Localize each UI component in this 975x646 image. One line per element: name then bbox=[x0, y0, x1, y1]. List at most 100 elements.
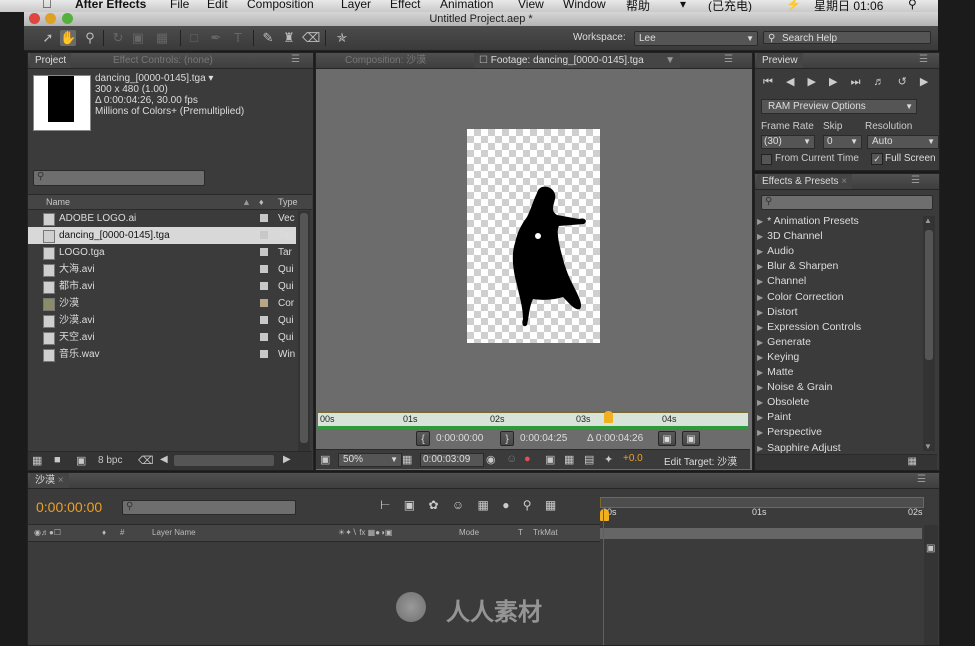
set-in-point-icon[interactable]: { bbox=[416, 431, 430, 446]
trkmat-column[interactable]: TrkMat bbox=[533, 525, 558, 541]
project-scrollbar[interactable] bbox=[298, 211, 310, 461]
effects-category-item[interactable]: ▶ Blur & Sharpen bbox=[757, 259, 919, 274]
menu-view[interactable]: View bbox=[518, 0, 544, 11]
pixel-aspect-icon[interactable]: ▤ bbox=[584, 453, 594, 466]
draft-3d-icon[interactable]: ✿ bbox=[428, 498, 438, 512]
puppet-pin-tool-icon[interactable]: ✯ bbox=[334, 30, 350, 46]
current-time-indicator[interactable] bbox=[604, 411, 613, 423]
color-depth-label[interactable]: 8 bpc bbox=[98, 455, 122, 466]
exposure-value[interactable]: +0.0 bbox=[623, 453, 643, 464]
new-folder-icon[interactable]: ■ bbox=[54, 454, 61, 466]
label-color-swatch[interactable] bbox=[260, 265, 268, 273]
effects-menu-icon[interactable]: ☰ bbox=[911, 176, 925, 186]
tab-timeline-comp[interactable]: 沙漠 × bbox=[30, 473, 69, 488]
disclosure-triangle-icon[interactable]: ▶ bbox=[757, 277, 763, 286]
workspace-dropdown[interactable]: Lee ▼ bbox=[634, 31, 758, 46]
trash-icon[interactable]: ⌫ bbox=[138, 454, 154, 467]
disclosure-triangle-icon[interactable]: ▶ bbox=[757, 323, 763, 332]
label-color-swatch[interactable] bbox=[260, 248, 268, 256]
project-list-item[interactable]: 都市.avi Qui bbox=[28, 278, 296, 295]
spotlight-icon[interactable]: ⚲ bbox=[908, 0, 917, 11]
mode-column[interactable]: Mode bbox=[459, 525, 479, 541]
timeline-menu-icon[interactable]: ☰ bbox=[917, 475, 931, 485]
timeline-playhead-line[interactable] bbox=[603, 509, 604, 645]
frame-rate-dropdown[interactable]: (30) ▼ bbox=[761, 135, 815, 149]
search-help-field[interactable]: ⚲ Search Help bbox=[763, 31, 931, 44]
overlay-edit-icon[interactable]: ▣ bbox=[682, 431, 700, 446]
resolution-dropdown[interactable]: Auto ▼ bbox=[867, 135, 939, 149]
menu-window[interactable]: Window bbox=[563, 0, 606, 11]
viewer-panel-menu-icon[interactable]: ☰ bbox=[724, 55, 738, 65]
next-frame-icon[interactable]: ▶ bbox=[829, 76, 837, 88]
minimize-window-icon[interactable] bbox=[45, 13, 56, 24]
layer-switches-icons[interactable]: ☀✦∖ fx ▦●◑▣ bbox=[338, 525, 392, 541]
toggle-mask-icon[interactable]: ▣ bbox=[545, 453, 555, 466]
chevron-down-icon[interactable]: ▼ bbox=[665, 53, 675, 68]
effects-category-item[interactable]: ▶ * Animation Presets bbox=[757, 214, 919, 229]
panel-menu-icon[interactable]: ☰ bbox=[291, 55, 305, 65]
hide-shy-layers-icon[interactable]: ☺ bbox=[452, 498, 464, 512]
full-screen-checkbox[interactable]: ✓ bbox=[871, 153, 883, 165]
tab-footage[interactable]: ☐ Footage: dancing_[0000-0145].tga ▼ bbox=[474, 53, 680, 68]
disclosure-triangle-icon[interactable]: ▶ bbox=[757, 247, 763, 256]
scroll-left-icon[interactable]: ◀ bbox=[160, 454, 168, 465]
project-list-item[interactable]: 天空.avi Qui bbox=[28, 329, 296, 346]
effects-category-item[interactable]: ▶ Paint bbox=[757, 410, 919, 425]
battery-status[interactable]: (已充电) bbox=[708, 0, 752, 12]
set-out-point-icon[interactable]: } bbox=[500, 431, 514, 446]
effects-scrollbar[interactable]: ▲ ▼ bbox=[923, 216, 935, 451]
project-list-item[interactable]: LOGO.tga Tar bbox=[28, 244, 296, 261]
current-time-field[interactable]: 0:00:03:09 bbox=[420, 453, 484, 467]
timeline-time-indicator[interactable] bbox=[600, 509, 609, 521]
tab-composition[interactable]: Composition: 沙漠 bbox=[340, 53, 431, 68]
effects-category-item[interactable]: ▶ Generate bbox=[757, 335, 919, 350]
channels-icon[interactable]: ● bbox=[524, 453, 531, 465]
disclosure-triangle-icon[interactable]: ▶ bbox=[757, 413, 763, 422]
column-type[interactable]: Type bbox=[278, 195, 298, 209]
disclosure-triangle-icon[interactable]: ▶ bbox=[757, 398, 763, 407]
menu-animation[interactable]: Animation bbox=[440, 0, 493, 11]
skip-dropdown[interactable]: 0 ▼ bbox=[823, 135, 862, 149]
effects-category-item[interactable]: ▶ Keying bbox=[757, 350, 919, 365]
in-time[interactable]: 0:00:00:00 bbox=[436, 433, 483, 444]
t-column[interactable]: T bbox=[518, 525, 523, 541]
timeline-current-time[interactable]: 0:00:00:00 bbox=[36, 499, 102, 515]
scroll-right-icon[interactable]: ▶ bbox=[283, 454, 291, 465]
effects-category-item[interactable]: ▶ Sapphire Adjust bbox=[757, 441, 919, 456]
sort-ascending-icon[interactable]: ▲ bbox=[242, 195, 251, 209]
graph-editor-icon[interactable]: ⚲ bbox=[523, 498, 532, 512]
horizontal-scrollbar[interactable] bbox=[174, 455, 274, 466]
disclosure-triangle-icon[interactable]: ▶ bbox=[757, 353, 763, 362]
new-composition-icon[interactable]: ▣ bbox=[76, 454, 86, 467]
disclosure-triangle-icon[interactable]: ▶ bbox=[757, 383, 763, 392]
label-color-swatch[interactable] bbox=[260, 350, 268, 358]
live-update-icon[interactable]: ▣ bbox=[404, 498, 415, 512]
selection-tool-icon[interactable]: ➚ bbox=[40, 30, 56, 46]
transparency-grid-icon[interactable]: ▦ bbox=[564, 453, 574, 466]
region-of-interest-icon[interactable]: ▦ bbox=[402, 453, 412, 466]
always-preview-icon[interactable]: ▣ bbox=[320, 453, 330, 466]
power-icon[interactable]: ⚡ bbox=[786, 0, 801, 11]
layer-number-column[interactable]: # bbox=[120, 525, 124, 541]
volume-icon[interactable]: ▾ bbox=[680, 0, 686, 11]
label-color-swatch[interactable] bbox=[260, 214, 268, 222]
frame-blending-icon[interactable]: ▦ bbox=[478, 498, 489, 512]
play-icon[interactable]: ▶ bbox=[808, 76, 816, 88]
label-color-swatch[interactable] bbox=[260, 299, 268, 307]
preview-menu-icon[interactable]: ☰ bbox=[919, 55, 933, 65]
menu-clock[interactable]: 星期日 01:06 bbox=[814, 0, 883, 12]
effects-search-input[interactable]: ⚲ bbox=[761, 195, 933, 210]
pan-behind-tool-icon[interactable]: ▦ bbox=[154, 30, 170, 46]
work-area-bar[interactable] bbox=[600, 528, 922, 539]
mute-audio-icon[interactable]: ♬ bbox=[874, 76, 885, 88]
close-icon[interactable]: × bbox=[841, 176, 847, 187]
project-list-item[interactable]: 音乐.wav Win bbox=[28, 346, 296, 363]
new-preset-icon[interactable]: ▦ bbox=[908, 456, 917, 467]
ram-preview-dropdown[interactable]: RAM Preview Options ▼ bbox=[761, 99, 917, 114]
effects-category-item[interactable]: ▶ Distort bbox=[757, 305, 919, 320]
column-name[interactable]: Name bbox=[46, 195, 70, 209]
disclosure-triangle-icon[interactable]: ▶ bbox=[757, 217, 763, 226]
apple-icon[interactable]:  bbox=[42, 0, 52, 11]
from-current-time-checkbox[interactable] bbox=[761, 154, 772, 165]
effects-category-item[interactable]: ▶ Obsolete bbox=[757, 395, 919, 410]
